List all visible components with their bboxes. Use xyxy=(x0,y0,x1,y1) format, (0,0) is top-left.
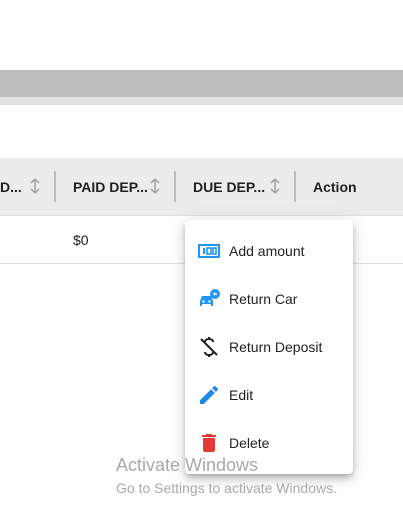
pencil-icon xyxy=(200,385,219,404)
car-return-icon xyxy=(200,289,220,306)
menu-item-add-amount[interactable]: Add amount xyxy=(185,227,353,275)
column-header-paid-deposit[interactable]: PAID DEP... xyxy=(73,158,148,215)
column-header-action: Action xyxy=(313,158,357,215)
action-menu: Add amount Return Car Return Deposit Edi… xyxy=(185,220,353,474)
column-header-due-deposit[interactable]: DUE DEP... xyxy=(193,158,265,215)
menu-item-label: Add amount xyxy=(229,243,305,259)
sort-icon[interactable] xyxy=(269,178,281,194)
table-header: D... PAID DEP... DUE DEP... Action xyxy=(0,158,403,216)
menu-item-label: Edit xyxy=(229,387,254,403)
money-icon xyxy=(198,244,220,258)
menu-item-label: Return Car xyxy=(229,291,298,307)
column-separator[interactable] xyxy=(174,171,176,202)
activate-windows-title: Activate Windows xyxy=(116,455,259,475)
activate-windows-subtitle: Go to Settings to activate Windows. xyxy=(116,480,337,496)
column-header-label: PAID DEP... xyxy=(73,178,148,195)
menu-item-return-deposit[interactable]: Return Deposit xyxy=(185,323,353,371)
menu-item-return-car[interactable]: Return Car xyxy=(185,275,353,323)
sort-icon[interactable] xyxy=(29,178,41,194)
menu-item-label: Return Deposit xyxy=(229,339,323,355)
column-header-label: D... xyxy=(0,178,22,195)
column-separator[interactable] xyxy=(54,171,56,202)
trash-icon xyxy=(202,434,216,452)
column-separator[interactable] xyxy=(294,171,296,202)
money-off-icon xyxy=(200,337,218,357)
top-gray-bar xyxy=(0,70,403,97)
top-gray-bar-shadow xyxy=(0,97,403,105)
column-header-label: Action xyxy=(313,178,357,195)
column-header-d[interactable]: D... xyxy=(0,158,22,215)
paid-deposit-cell: $0 xyxy=(73,231,89,248)
column-header-label: DUE DEP... xyxy=(193,178,266,195)
sort-icon[interactable] xyxy=(149,178,161,194)
menu-item-edit[interactable]: Edit xyxy=(185,371,353,419)
menu-item-label: Delete xyxy=(229,435,270,451)
